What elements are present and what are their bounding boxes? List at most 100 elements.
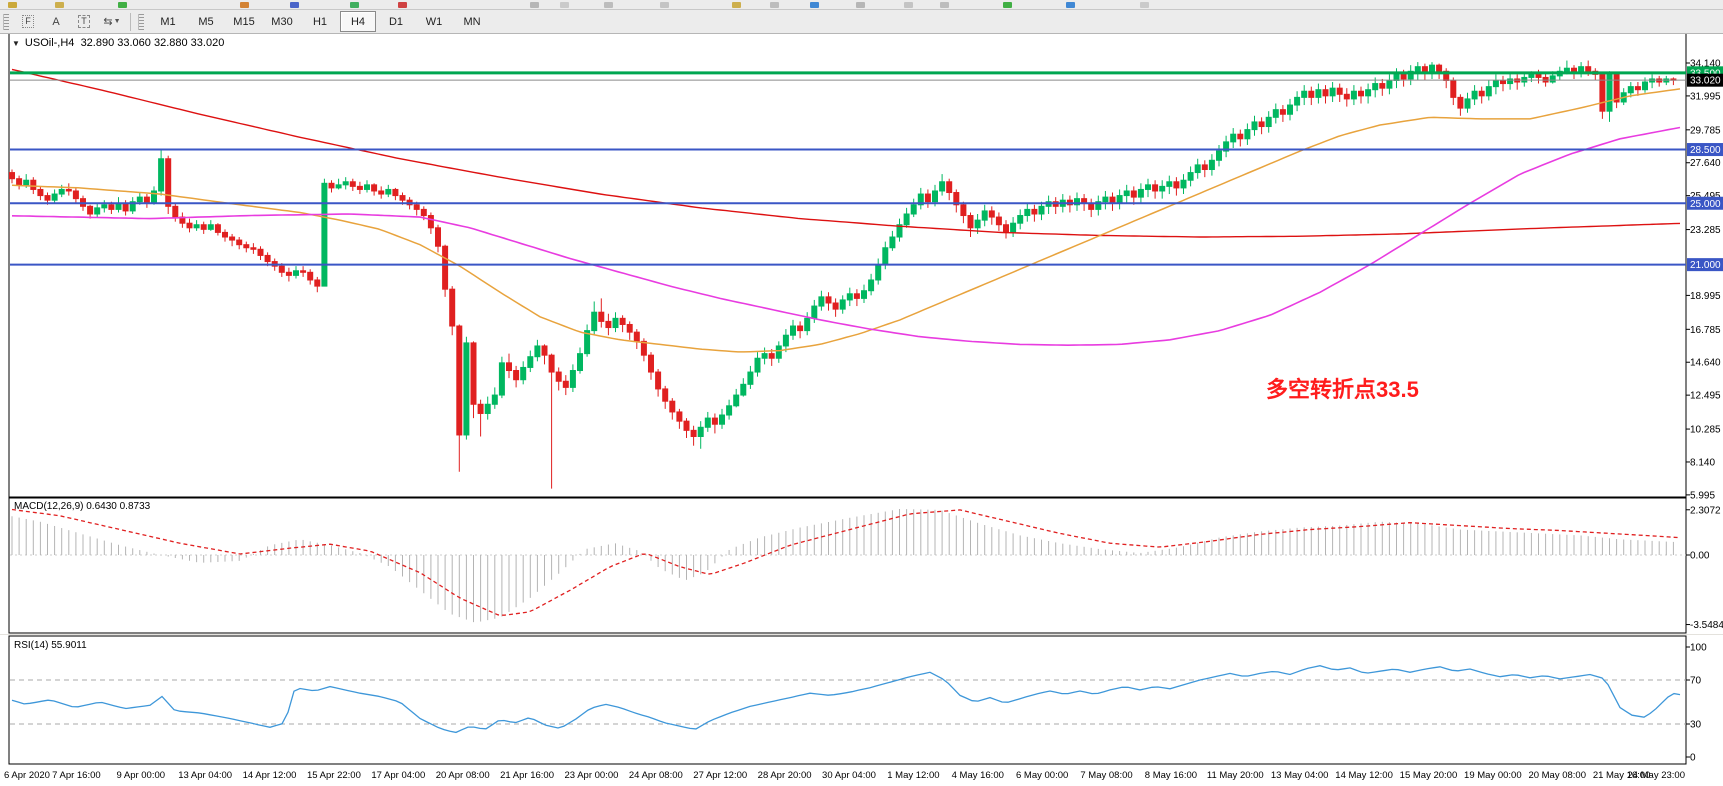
candles-group [10, 61, 1676, 489]
price-tick: 10.285 [1690, 425, 1721, 436]
text-label-tool-icon[interactable]: T [72, 12, 96, 32]
macd-tick: -3.5484 [1690, 620, 1723, 631]
chart-text-annotation[interactable]: 多空转折点33.5 [1266, 372, 1419, 404]
date-label: 11 May 20:00 [1207, 770, 1264, 781]
date-label: 21 Apr 16:00 [500, 770, 554, 781]
chart-title: ▼ USOil-,H4 32.890 33.060 32.880 33.020 [12, 37, 224, 49]
macd-values: 0.6430 0.8733 [86, 501, 150, 512]
macd-tick: 2.3072 [1690, 505, 1721, 516]
date-label: 23 Apr 00:00 [565, 770, 619, 781]
crosshair-tool-icon[interactable]: F [16, 12, 40, 32]
chart-canvas[interactable]: 34.14031.99529.78527.64025.49523.28518.9… [0, 0, 1723, 786]
date-label: 1 May 12:00 [887, 770, 939, 781]
timeframe-button-W1[interactable]: W1 [416, 11, 452, 32]
date-label: 20 Apr 08:00 [436, 770, 490, 781]
toolbar-separator [130, 13, 131, 31]
date-label: 27 Apr 12:00 [693, 770, 747, 781]
symbol-period-label: USOil-,H4 [25, 37, 75, 49]
text-a-tool-icon[interactable]: A [44, 12, 68, 32]
date-label: 24 Apr 08:00 [629, 770, 683, 781]
timeframe-button-M30[interactable]: M30 [264, 11, 300, 32]
toolbar-icon-fragment[interactable] [350, 2, 359, 8]
price-badge-text: 33.020 [1690, 76, 1721, 87]
price-tick: 23.285 [1690, 225, 1721, 236]
date-label: 15 Apr 22:00 [307, 770, 361, 781]
date-label: 19 May 00:00 [1464, 770, 1522, 781]
date-label: 14 May 12:00 [1335, 770, 1393, 781]
toolbar-icon-fragment[interactable] [1066, 2, 1075, 8]
price-badge-text: 21.000 [1690, 260, 1721, 271]
price-tick: 8.140 [1690, 457, 1715, 468]
timeframe-button-M5[interactable]: M5 [188, 11, 224, 32]
price-tick: 16.785 [1690, 325, 1721, 336]
toolbar-icon-fragment[interactable] [290, 2, 299, 8]
date-label: 30 Apr 04:00 [822, 770, 876, 781]
tool-icons-group: FAT⇆▼ [14, 12, 126, 32]
cycle-lines-tool-icon[interactable]: ⇆▼ [100, 12, 124, 32]
rsi-indicator-label: RSI(14) 55.9011 [14, 640, 87, 651]
price-tick: 31.995 [1690, 91, 1721, 102]
date-label: 13 Apr 04:00 [178, 770, 232, 781]
date-label: 8 May 16:00 [1145, 770, 1197, 781]
price-tick: 5.995 [1690, 490, 1715, 501]
toolbar-icon-fragment[interactable] [1140, 2, 1149, 8]
rsi-value: 55.9011 [51, 640, 86, 651]
timeframe-buttons-group: M1M5M15M30H1H4D1W1MN [149, 11, 491, 32]
toolbar-icon-fragment[interactable] [940, 2, 949, 8]
rsi-tick: 100 [1690, 643, 1707, 654]
date-label: 28 Apr 20:00 [758, 770, 812, 781]
toolbar-icon-fragment[interactable] [732, 2, 741, 8]
toolbar-icon-fragment[interactable] [1003, 2, 1012, 8]
toolbar-grip-2[interactable] [138, 14, 144, 30]
toolbar-icon-fragment[interactable] [560, 2, 569, 8]
date-label: 6 May 00:00 [1016, 770, 1068, 781]
price-tick: 29.785 [1690, 125, 1721, 136]
toolbar-icon-fragment[interactable] [118, 2, 127, 8]
ohlc-values: 32.890 33.060 32.880 33.020 [81, 37, 225, 49]
toolbar-icon-fragment[interactable] [904, 2, 913, 8]
price-badge-text: 28.500 [1690, 145, 1721, 156]
date-label: 15 May 20:00 [1400, 770, 1458, 781]
collapse-triangle-icon[interactable]: ▼ [12, 39, 20, 48]
toolbar-icon-fragment[interactable] [660, 2, 669, 8]
date-label: 4 May 16:00 [952, 770, 1004, 781]
mt4-window: FAT⇆▼ M1M5M15M30H1H4D1W1MN ▼ USOil-,H4 32… [0, 0, 1723, 786]
timeframe-button-MN[interactable]: MN [454, 11, 490, 32]
timeframe-button-H4[interactable]: H4 [340, 11, 376, 32]
toolbar-icon-fragment[interactable] [8, 2, 17, 8]
rsi-name: RSI(14) [14, 640, 48, 651]
date-label: 20 May 08:00 [1528, 770, 1586, 781]
macd-histogram [12, 509, 1673, 622]
date-label: 9 Apr 00:00 [116, 770, 165, 781]
toolbar-grip[interactable] [3, 14, 9, 30]
timeframe-button-D1[interactable]: D1 [378, 11, 414, 32]
toolbar-icon-fragment[interactable] [398, 2, 407, 8]
toolbar-icon-fragment[interactable] [604, 2, 613, 8]
date-label: 24 May 23:00 [1627, 770, 1685, 781]
macd-signal-line [12, 510, 1680, 616]
pane-border-2 [9, 636, 1686, 764]
price-tick: 27.640 [1690, 158, 1721, 169]
rsi-line [12, 666, 1680, 733]
macd-name: MACD(12,26,9) [14, 501, 83, 512]
toolbar-icon-fragment[interactable] [810, 2, 819, 8]
toolbar-icon-fragment[interactable] [530, 2, 539, 8]
timeframe-button-H1[interactable]: H1 [302, 11, 338, 32]
ma-red-line [12, 69, 1680, 237]
price-tick: 18.995 [1690, 291, 1721, 302]
toolbar-icon-fragment[interactable] [770, 2, 779, 8]
pane-splitter[interactable] [0, 634, 1723, 635]
date-label: 13 May 04:00 [1271, 770, 1329, 781]
clipped-standard-toolbar [0, 0, 1723, 10]
toolbar-icon-fragment[interactable] [240, 2, 249, 8]
toolbar-icon-fragment[interactable] [55, 2, 64, 8]
price-tick: 12.495 [1690, 391, 1721, 402]
timeframe-button-M1[interactable]: M1 [150, 11, 186, 32]
price-tick: 14.640 [1690, 358, 1721, 369]
rsi-tick: 30 [1690, 720, 1702, 731]
price-badge-text: 25.000 [1690, 199, 1721, 210]
toolbar-icon-fragment[interactable] [856, 2, 865, 8]
timeframe-button-M15[interactable]: M15 [226, 11, 262, 32]
rsi-tick: 0 [1690, 753, 1696, 764]
pane-border-1 [9, 498, 1686, 633]
